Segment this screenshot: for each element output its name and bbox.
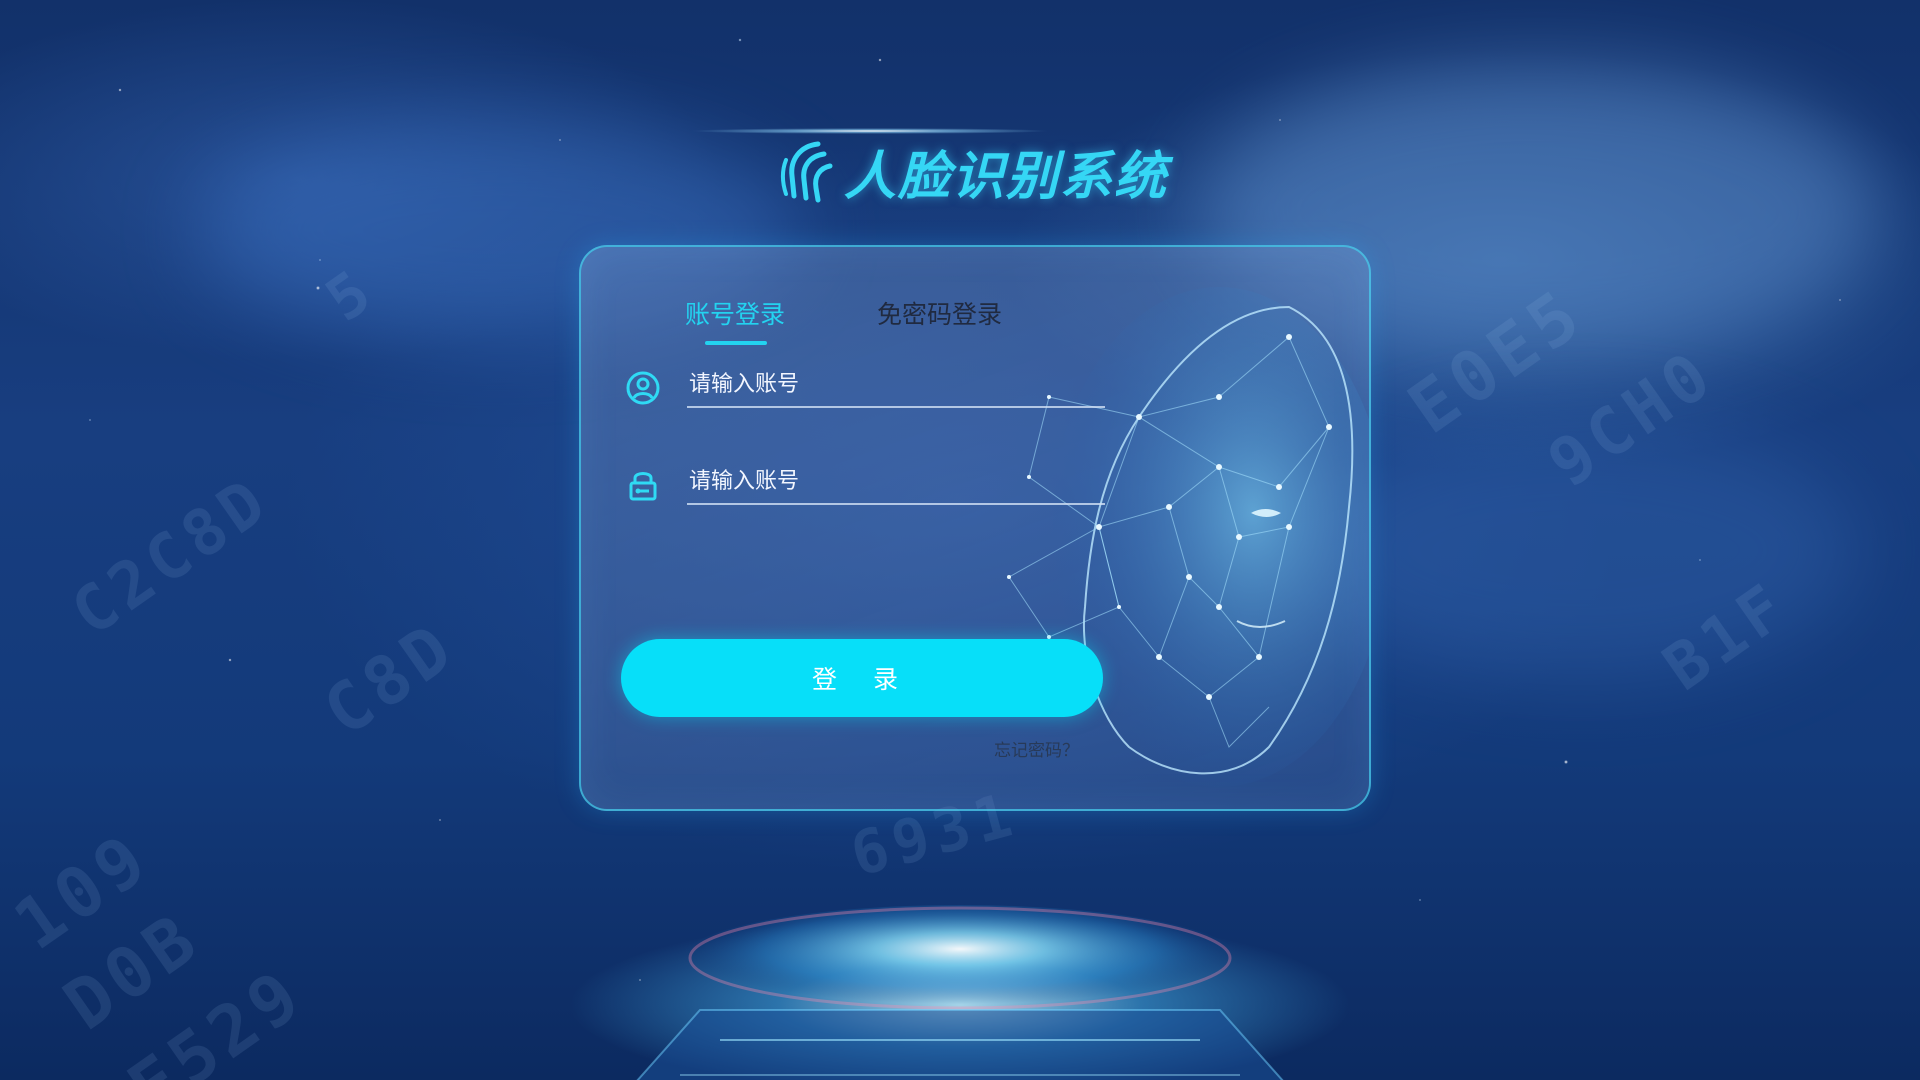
password-field	[625, 459, 1105, 509]
tab-account-login[interactable]: 账号登录	[685, 295, 785, 345]
brand-header: 人脸识别系统	[778, 136, 1169, 207]
user-icon	[626, 371, 660, 405]
login-button[interactable]: 登 录	[621, 639, 1103, 717]
account-input[interactable]	[687, 362, 1105, 408]
forgot-password-link[interactable]: 忘记密码？	[994, 736, 1079, 761]
lock-icon	[629, 472, 657, 501]
login-page: C2C8D 5 E0E5 9CH0 B1F C8D 109 D0B E529 6…	[0, 0, 1920, 1080]
tab-label: 账号登录	[685, 300, 786, 329]
account-field	[625, 362, 1105, 412]
password-input[interactable]	[687, 459, 1105, 505]
polygon-face-illustration	[1007, 287, 1369, 787]
app-title: 人脸识别系统	[844, 146, 1169, 207]
tab-label: 免密码登录	[877, 300, 1003, 329]
login-card: 账号登录 免密码登录 登 录 忘记密码？	[579, 245, 1371, 811]
glowing-platform	[636, 905, 1284, 1080]
active-tab-underline	[705, 341, 767, 345]
tab-passwordless-login[interactable]: 免密码登录	[877, 295, 1002, 345]
face-logo-icon	[781, 141, 833, 203]
login-tabs: 账号登录 免密码登录	[685, 295, 1002, 345]
